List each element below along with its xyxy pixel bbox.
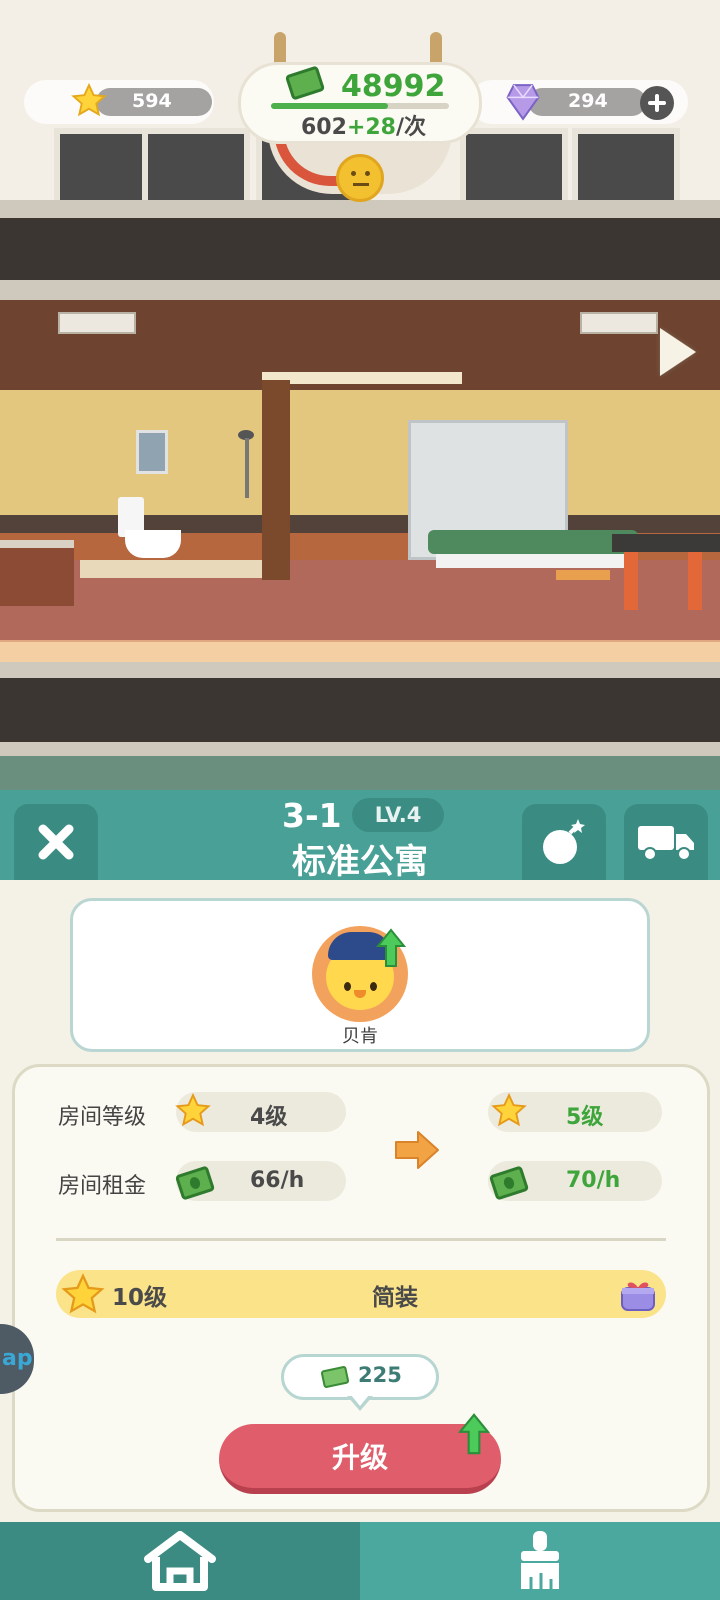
chevron-right-icon bbox=[660, 328, 696, 376]
upper-window bbox=[142, 128, 250, 206]
close-button[interactable] bbox=[14, 804, 98, 880]
star-icon bbox=[71, 82, 107, 117]
arrow-right-icon bbox=[395, 1131, 439, 1169]
upper-window bbox=[572, 128, 680, 206]
bomb-icon bbox=[543, 819, 585, 864]
truck-icon bbox=[638, 826, 694, 861]
rent-base: 602 bbox=[301, 115, 347, 140]
cash-panel: 48992 602+28/次 bbox=[238, 62, 482, 144]
plus-icon bbox=[648, 94, 666, 112]
star-icon bbox=[175, 1092, 211, 1127]
bed bbox=[428, 530, 638, 554]
room-rent-next: 70/h bbox=[566, 1168, 621, 1193]
gift-icon[interactable] bbox=[618, 1274, 658, 1314]
star-icon bbox=[491, 1092, 527, 1127]
room-level-label: 房间等级 bbox=[58, 1105, 147, 1130]
decor-level: 10级 bbox=[112, 1285, 168, 1311]
toilet-bowl bbox=[125, 530, 181, 558]
rent-rate: 602+28/次 bbox=[301, 109, 426, 141]
star-icon bbox=[61, 1273, 105, 1314]
ceiling-lamp bbox=[58, 312, 136, 334]
cash-value: 48992 bbox=[341, 69, 446, 104]
floor-tiles bbox=[0, 640, 720, 662]
desk-leg bbox=[624, 552, 638, 610]
nav-home-tab[interactable] bbox=[0, 1522, 360, 1600]
rent-bonus: +28 bbox=[346, 115, 396, 140]
room-rent-current: 66/h bbox=[250, 1168, 305, 1193]
divider bbox=[56, 1238, 666, 1241]
decor-style: 简装 bbox=[372, 1285, 418, 1311]
light-beam bbox=[262, 372, 462, 384]
bottom-nav bbox=[0, 1522, 720, 1600]
room-name: 标准公寓 bbox=[292, 842, 428, 882]
close-icon bbox=[38, 824, 74, 860]
next-room-button[interactable] bbox=[660, 328, 704, 378]
lower-floor bbox=[0, 756, 720, 790]
partition-wall bbox=[262, 380, 290, 580]
desk bbox=[612, 534, 720, 552]
upgrade-label: 升级 bbox=[331, 1441, 388, 1474]
ceiling-lamp bbox=[580, 312, 658, 334]
arrow-up-icon bbox=[458, 1413, 490, 1455]
kitchen-counter bbox=[0, 540, 74, 606]
upgrade-cost: 225 bbox=[358, 1363, 402, 1387]
demolish-button[interactable] bbox=[522, 804, 606, 880]
move-out-button[interactable] bbox=[624, 804, 708, 880]
room-rent-label: 房间租金 bbox=[58, 1174, 147, 1199]
room-id: 3-1 bbox=[282, 796, 342, 835]
add-gems-button[interactable] bbox=[640, 86, 674, 120]
gem-icon bbox=[506, 84, 540, 121]
room-level-badge: LV.4 bbox=[352, 798, 444, 832]
tenant-name: 贝肯 bbox=[342, 1026, 378, 1047]
upper-window bbox=[460, 128, 568, 206]
bed-frame bbox=[436, 554, 632, 568]
side-tab-label: ap bbox=[2, 1346, 33, 1371]
nav-decorate-tab[interactable] bbox=[360, 1522, 720, 1600]
mirror bbox=[136, 430, 168, 474]
bathroom-floor bbox=[80, 560, 265, 578]
stool bbox=[556, 570, 610, 580]
shower-pipe bbox=[245, 438, 249, 498]
home-icon bbox=[144, 1531, 216, 1591]
stars-value: 594 bbox=[132, 90, 172, 112]
rent-unit: /次 bbox=[396, 115, 427, 140]
room-level-current: 4级 bbox=[250, 1105, 288, 1130]
desk-leg bbox=[688, 552, 702, 610]
gems-value: 294 bbox=[568, 90, 608, 112]
arrow-up-icon bbox=[376, 928, 406, 967]
room-level-next: 5级 bbox=[566, 1105, 604, 1130]
mood-face-icon bbox=[336, 154, 384, 202]
paint-brush-icon bbox=[521, 1531, 559, 1589]
